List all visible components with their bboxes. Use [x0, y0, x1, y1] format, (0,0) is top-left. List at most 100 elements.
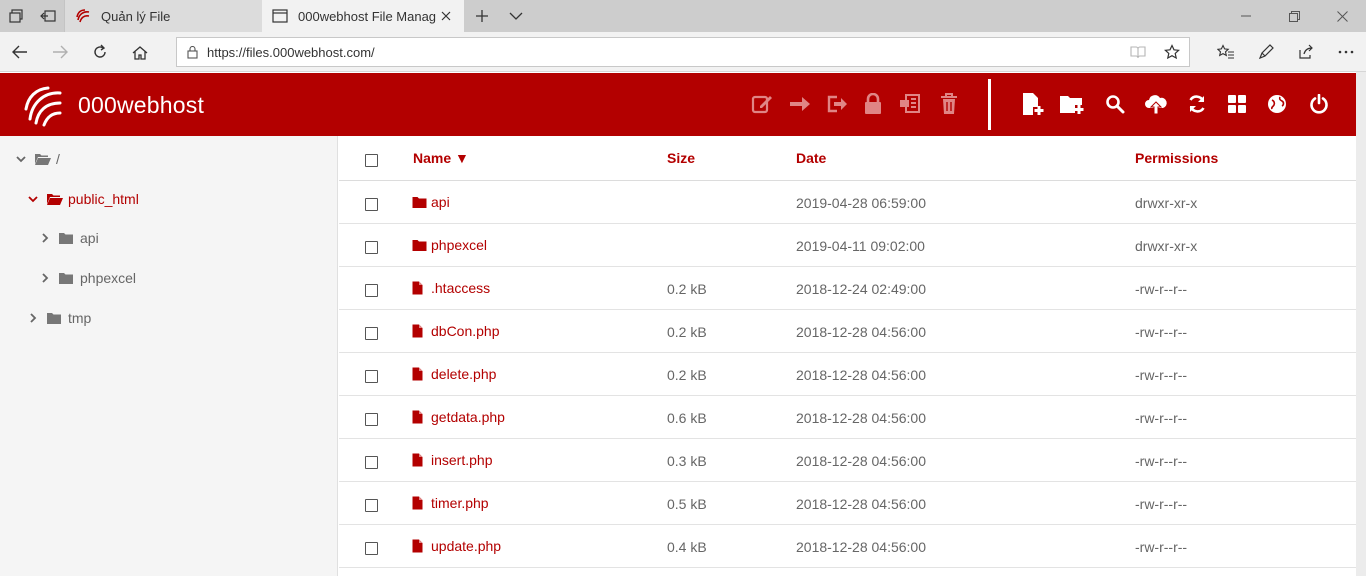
- search-icon[interactable]: [1100, 89, 1130, 119]
- grid-view-icon[interactable]: [1222, 89, 1252, 119]
- file-date: 2019-04-28 06:59:00: [796, 195, 926, 211]
- file-name-link[interactable]: .htaccess: [412, 280, 490, 296]
- file-permissions[interactable]: drwxr-xr-x: [1135, 238, 1197, 254]
- file-name-link[interactable]: api: [412, 194, 450, 210]
- table-row[interactable]: insert.php 0.3 kB 2018-12-28 04:56:00 -rw-r…: [339, 439, 1356, 482]
- minimize-icon[interactable]: [1222, 0, 1270, 32]
- file-permissions[interactable]: -rw-r--r--: [1135, 410, 1187, 426]
- logout-power-icon[interactable]: [1304, 89, 1334, 119]
- open-folder-icon: [34, 152, 52, 166]
- move-arrow-icon[interactable]: [785, 89, 815, 119]
- tab-manager-icon[interactable]: [0, 0, 32, 32]
- chevron-right-icon[interactable]: [38, 271, 52, 285]
- edit-file-icon[interactable]: [747, 89, 777, 119]
- chevron-right-icon[interactable]: [26, 311, 40, 325]
- file-size: 0.5 kB: [667, 496, 707, 512]
- table-row[interactable]: delete.php 0.2 kB 2018-12-28 04:56:00 -rw-r…: [339, 353, 1356, 396]
- file-permissions[interactable]: -rw-r--r--: [1135, 324, 1187, 340]
- page-scrollbar[interactable]: [1356, 72, 1366, 576]
- table-row[interactable]: dbCon.php 0.2 kB 2018-12-28 04:56:00 -rw-r-…: [339, 310, 1356, 353]
- webhost-favicon-icon: [75, 8, 91, 24]
- file-permissions[interactable]: -rw-r--r--: [1135, 367, 1187, 383]
- new-tab-icon[interactable]: [464, 0, 500, 32]
- file-icon: [412, 281, 430, 295]
- column-name-header[interactable]: Name ▼: [413, 150, 469, 166]
- table-row[interactable]: timer.php 0.5 kB 2018-12-28 04:56:00 -rw-r-…: [339, 482, 1356, 525]
- row-checkbox[interactable]: [365, 198, 378, 211]
- back-arrow-icon[interactable]: [0, 32, 40, 72]
- file-permissions[interactable]: -rw-r--r--: [1135, 281, 1187, 297]
- file-name-link[interactable]: update.php: [412, 538, 501, 554]
- file-name-link[interactable]: phpexcel: [412, 237, 487, 253]
- url-text[interactable]: https://files.000webhost.com/: [207, 45, 1121, 60]
- share-icon[interactable]: [1286, 32, 1326, 72]
- refresh-icon[interactable]: [80, 32, 120, 72]
- column-permissions-header[interactable]: Permissions: [1135, 150, 1218, 166]
- file-permissions[interactable]: -rw-r--r--: [1135, 453, 1187, 469]
- tree-node-label: tmp: [68, 310, 92, 326]
- reading-view-icon[interactable]: [1121, 45, 1155, 59]
- address-bar[interactable]: https://files.000webhost.com/: [176, 37, 1190, 67]
- new-file-icon[interactable]: [1017, 89, 1047, 119]
- lock-icon[interactable]: [177, 45, 207, 59]
- tab-preview-chevron-icon[interactable]: [500, 0, 532, 32]
- file-name-link[interactable]: dbCon.php: [412, 323, 500, 339]
- upload-cloud-icon[interactable]: [1141, 89, 1171, 119]
- column-size-header[interactable]: Size: [667, 150, 695, 166]
- table-row[interactable]: api 2019-04-28 06:59:00 drwxr-xr-x: [339, 181, 1356, 224]
- file-permissions[interactable]: -rw-r--r--: [1135, 539, 1187, 555]
- tree-node-public-html[interactable]: public_html: [26, 187, 139, 211]
- table-row[interactable]: update.php 0.4 kB 2018-12-28 04:56:00 -rw-r…: [339, 525, 1356, 568]
- file-permissions[interactable]: drwxr-xr-x: [1135, 195, 1197, 211]
- column-date-header[interactable]: Date: [796, 150, 826, 166]
- language-globe-icon[interactable]: [1262, 89, 1292, 119]
- file-name-link[interactable]: timer.php: [412, 495, 489, 511]
- chevron-down-icon[interactable]: [26, 192, 40, 206]
- new-folder-icon[interactable]: [1057, 89, 1087, 119]
- more-options-icon[interactable]: [1326, 32, 1366, 72]
- row-checkbox[interactable]: [365, 241, 378, 254]
- row-checkbox[interactable]: [365, 413, 378, 426]
- permissions-lock-icon[interactable]: [858, 89, 888, 119]
- favorite-star-icon[interactable]: [1155, 44, 1189, 60]
- forward-arrow-icon[interactable]: [40, 32, 80, 72]
- restore-icon[interactable]: [1270, 0, 1318, 32]
- tree-node-phpexcel[interactable]: phpexcel: [38, 266, 136, 290]
- folder-tree-sidebar: / public_html api phpexcel tmp: [0, 136, 338, 576]
- close-tab-icon[interactable]: [438, 8, 454, 24]
- table-row[interactable]: phpexcel 2019-04-11 09:02:00 drwxr-xr-x: [339, 224, 1356, 267]
- row-checkbox[interactable]: [365, 327, 378, 340]
- tab-file-manager-vn[interactable]: Quản lý File: [64, 0, 262, 32]
- home-icon[interactable]: [120, 32, 160, 72]
- table-row[interactable]: .htaccess 0.2 kB 2018-12-24 02:49:00 -rw-r-…: [339, 267, 1356, 310]
- tab-000webhost-file-manager[interactable]: 000webhost File Manag: [262, 0, 464, 32]
- web-note-pen-icon[interactable]: [1246, 32, 1286, 72]
- folder-icon: [58, 231, 76, 245]
- table-row[interactable]: getdata.php 0.6 kB 2018-12-28 04:56:00 -rw-…: [339, 396, 1356, 439]
- set-tabs-aside-icon[interactable]: [32, 0, 64, 32]
- favorites-hub-icon[interactable]: [1206, 32, 1246, 72]
- chevron-down-icon[interactable]: [14, 152, 28, 166]
- row-checkbox[interactable]: [365, 370, 378, 383]
- brand[interactable]: 000webhost: [20, 81, 204, 129]
- archive-icon[interactable]: [895, 89, 925, 119]
- file-name-link[interactable]: delete.php: [412, 366, 496, 382]
- file-name: insert.php: [431, 452, 493, 468]
- rename-icon[interactable]: [822, 89, 852, 119]
- row-checkbox[interactable]: [365, 284, 378, 297]
- tree-node-api[interactable]: api: [38, 226, 99, 250]
- tree-node-label: public_html: [68, 191, 139, 207]
- row-checkbox[interactable]: [365, 456, 378, 469]
- tree-node-tmp[interactable]: tmp: [26, 306, 91, 330]
- file-permissions[interactable]: -rw-r--r--: [1135, 496, 1187, 512]
- close-window-icon[interactable]: [1318, 0, 1366, 32]
- chevron-right-icon[interactable]: [38, 231, 52, 245]
- refresh-sync-icon[interactable]: [1182, 89, 1212, 119]
- tree-node-root[interactable]: /: [14, 147, 60, 171]
- select-all-checkbox[interactable]: [365, 154, 378, 167]
- file-name-link[interactable]: insert.php: [412, 452, 492, 468]
- row-checkbox[interactable]: [365, 499, 378, 512]
- file-name-link[interactable]: getdata.php: [412, 409, 505, 425]
- delete-trash-icon[interactable]: [934, 89, 964, 119]
- row-checkbox[interactable]: [365, 542, 378, 555]
